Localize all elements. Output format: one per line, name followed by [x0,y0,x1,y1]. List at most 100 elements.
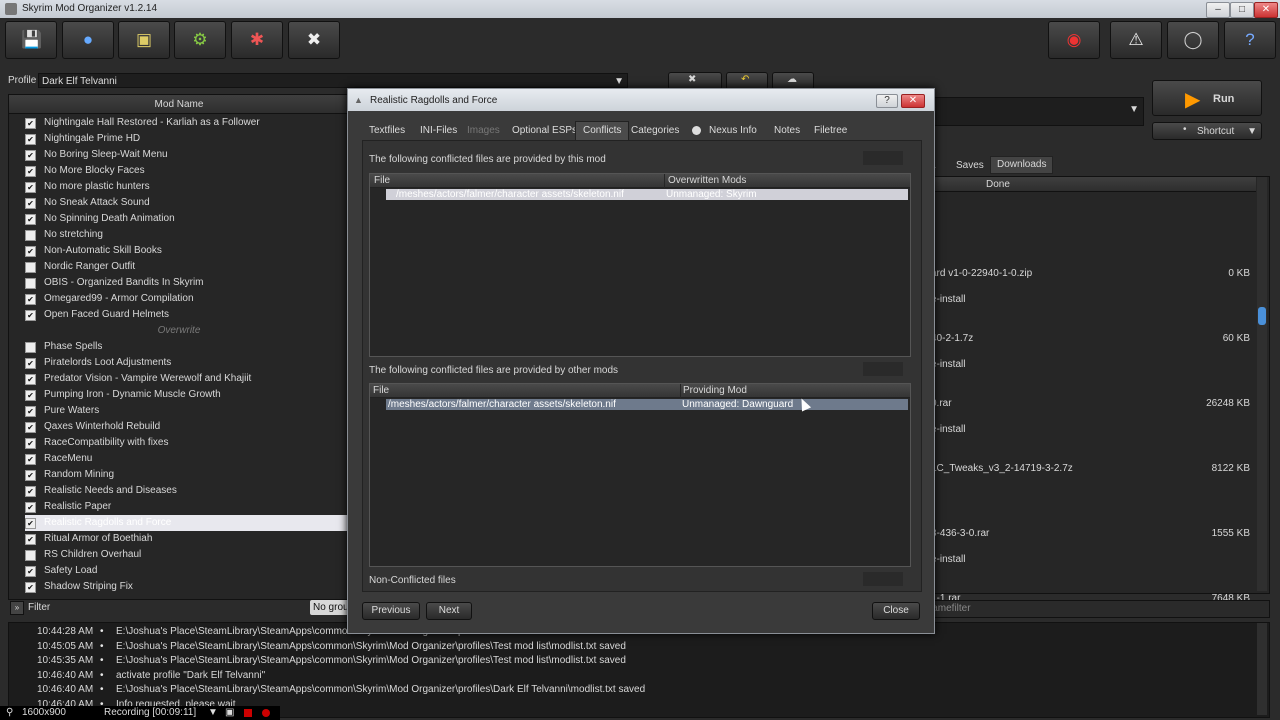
mod-row[interactable]: ✔ No Sneak Attack Sound [25,195,347,211]
mod-checkbox[interactable]: ✔ [25,470,36,481]
mod-name-header[interactable]: Mod Name [9,95,349,114]
mod-row[interactable]: ✔ No Boring Sleep-Wait Menu [25,147,347,163]
shortcut-button[interactable]: • Shortcut ▼ [1152,122,1262,140]
mod-checkbox[interactable]: ✔ [25,118,36,129]
group-select[interactable]: No group [310,600,351,615]
mod-row[interactable]: RS Children Overhaul [25,547,347,563]
mod-checkbox[interactable]: ✔ [25,486,36,497]
mod-row[interactable]: ✔ Open Faced Guard Helmets [25,307,347,323]
tab-conflicts[interactable]: Conflicts [575,121,630,140]
mod-row[interactable]: ✔ Predator Vision - Vampire Werewolf and … [25,371,347,387]
mod-checkbox[interactable] [25,262,36,273]
install-mod-button[interactable]: 💾 [5,21,57,59]
mod-checkbox[interactable]: ✔ [25,582,36,593]
settings-button[interactable]: ✖ [288,21,340,59]
mod-row[interactable]: ✔ No more plastic hunters [25,179,347,195]
mod-checkbox[interactable]: ✔ [25,294,36,305]
mod-row[interactable]: ✔ RaceMenu [25,451,347,467]
download-row[interactable]: 0.rar e-install 26248 KB [931,394,1256,454]
mod-row[interactable]: ✔ Qaxes Winterhold Rebuild [25,419,347,435]
overwritten-files-table[interactable]: File Overwritten Mods /meshes/actors/fal… [369,173,911,357]
chevron-down-icon[interactable]: ▼ [208,706,218,720]
table1-row[interactable]: /meshes/actors/falmer/character assets/s… [386,189,908,200]
mod-checkbox[interactable]: ✔ [25,166,36,177]
tab-notes[interactable]: Notes [767,122,807,140]
executable-select[interactable]: ▼ [930,97,1144,126]
minimize-button[interactable]: – [1206,2,1230,18]
mod-row[interactable]: ✔ RaceCompatibility with fixes [25,435,347,451]
tab-nexus-info[interactable]: Nexus Info [702,122,764,140]
downloads-scrollbar[interactable] [1257,177,1267,591]
mod-checkbox[interactable]: ✔ [25,214,36,225]
stop-icon[interactable] [262,709,270,717]
table2-row[interactable]: /meshes/actors/falmer/character assets/s… [386,399,908,410]
download-row[interactable]: 3-436-3-0.rar e-install 1555 KB [931,524,1256,584]
mod-checkbox[interactable]: ✔ [25,182,36,193]
mod-row[interactable]: ✔ Ritual Armor of Boethiah [25,531,347,547]
mod-list[interactable]: Mod Name ✔ Nightingale Hall Restored - Ka… [8,94,350,600]
mod-checkbox[interactable] [25,278,36,289]
tab-textfiles[interactable]: Textfiles [362,122,412,140]
close-button[interactable]: Close [872,602,920,620]
mod-row[interactable]: Phase Spells [25,339,347,355]
mod-row[interactable]: ✔ No More Blocky Faces [25,163,347,179]
providing-files-table[interactable]: File Providing Mod /meshes/actors/falmer… [369,383,911,567]
tab-images[interactable]: Images [460,122,507,140]
mod-checkbox[interactable]: ✔ [25,534,36,545]
executables-button[interactable]: ⚙ [174,21,226,59]
mod-checkbox[interactable] [25,550,36,561]
mod-row[interactable]: ✔ Safety Load [25,563,347,579]
mod-checkbox[interactable]: ✔ [25,246,36,257]
expand-icon[interactable]: » [10,601,24,615]
download-row[interactable]: ard v1-0-22940-1-0.zip e-install 0 KB [931,264,1256,324]
mod-checkbox[interactable]: ✔ [25,134,36,145]
warning-button[interactable]: ⚠ [1110,21,1162,59]
mod-checkbox[interactable]: ✔ [25,502,36,513]
run-button[interactable]: ▶ Run [1152,80,1262,116]
mod-checkbox[interactable]: ✔ [25,438,36,449]
profiles-button[interactable]: ▣ [118,21,170,59]
mod-row[interactable]: No stretching [25,227,347,243]
table1-other-header[interactable]: Overwritten Mods [665,174,910,188]
mod-checkbox[interactable]: ✔ [25,310,36,321]
profile-select[interactable]: Dark Elf Telvanni ▼ [38,73,628,88]
tab-ini-files[interactable]: INI-Files [413,122,464,140]
mod-checkbox[interactable]: ✔ [25,358,36,369]
namefilter-input[interactable]: Namefilter [930,600,1270,618]
download-row[interactable]: LC_Tweaks_v3_2-14719-3-2.7zll8122 KB [931,459,1256,519]
mod-row[interactable]: OBIS - Organized Bandits In Skyrim [25,275,347,291]
mod-row[interactable]: ✔ Nightingale Prime HD [25,131,347,147]
spider-button[interactable]: ◉ [1048,21,1100,59]
mod-row[interactable]: ✔ Shadow Striping Fix [25,579,347,595]
tools-menu-button[interactable]: ✱ [231,21,283,59]
table2-file-header[interactable]: File [370,384,680,398]
mod-checkbox[interactable]: ✔ [25,150,36,161]
dialog-help-button[interactable]: ? [876,94,898,108]
downloads-list[interactable]: Done ll ard v1-0-22940-1-0.zip e-install 0 … [930,176,1270,604]
mod-checkbox[interactable]: ✔ [25,406,36,417]
help-button[interactable]: ? [1224,21,1276,59]
mod-checkbox[interactable] [25,230,36,241]
dialog-close-x-button[interactable]: ✕ [901,94,925,108]
table1-file-header[interactable]: File [370,174,664,188]
mod-row[interactable]: ✔ Pumping Iron - Dynamic Muscle Growth [25,387,347,403]
camera-icon[interactable]: ▣ [225,706,234,720]
mod-checkbox[interactable]: ✔ [25,390,36,401]
maximize-button[interactable]: □ [1230,2,1254,18]
previous-button[interactable]: Previous [362,602,420,620]
tab-optional-esps[interactable]: Optional ESPs [505,122,584,140]
scrollbar-thumb[interactable] [1258,307,1266,325]
mod-row[interactable]: ✔ Realistic Needs and Diseases [25,483,347,499]
mod-row[interactable]: ✔ Realistic Paper [25,499,347,515]
mod-checkbox[interactable]: ✔ [25,198,36,209]
download-row[interactable]: 40-2-1.7z e-install 60 KB [931,329,1256,389]
nexus-button[interactable]: ● [62,21,114,59]
table2-other-header[interactable]: Providing Mod [681,384,910,398]
tab-filetree[interactable]: Filetree [807,122,854,140]
tab-downloads[interactable]: Downloads [990,156,1054,174]
update-button[interactable]: ◯ [1167,21,1219,59]
mod-row[interactable]: ✔ Piratelords Loot Adjustments [25,355,347,371]
log-scrollbar[interactable] [1257,623,1267,715]
download-row[interactable]: ll [931,199,1256,259]
mod-checkbox[interactable]: ✔ [25,374,36,385]
